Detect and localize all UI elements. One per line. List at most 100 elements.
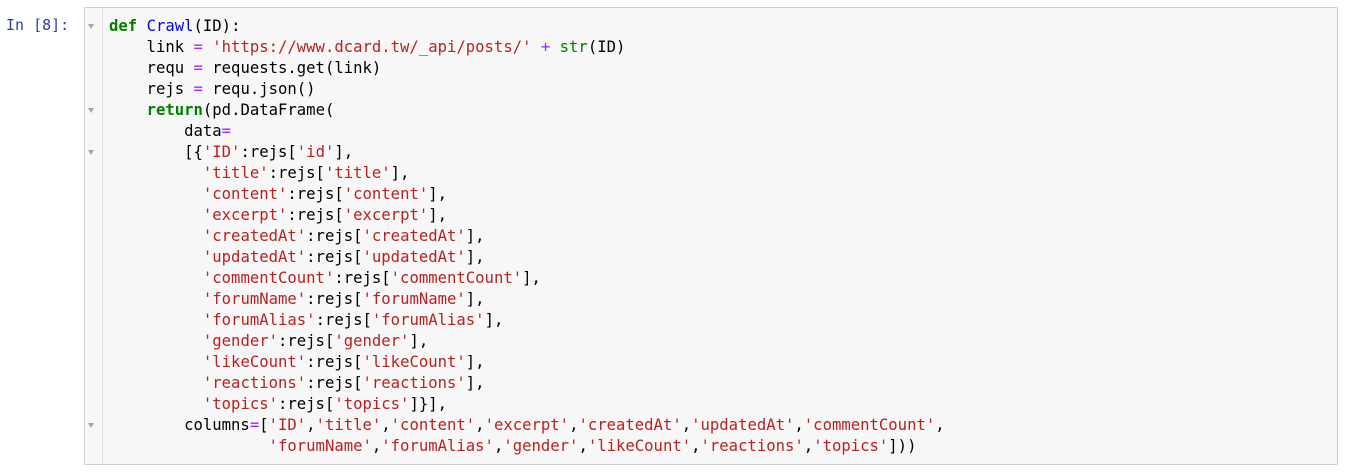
- code-token: return: [146, 101, 203, 119]
- code-token: 'forumName': [362, 290, 466, 308]
- fold-triangle-icon[interactable]: [88, 423, 94, 428]
- code-line[interactable]: data=: [109, 122, 231, 140]
- code-token: 'content': [202, 185, 288, 203]
- code-line[interactable]: 'createdAt':rejs['createdAt'],: [109, 227, 485, 245]
- code-token: 'title': [202, 164, 269, 182]
- code-line[interactable]: link = 'https://www.dcard.tw/_api/posts/…: [109, 38, 626, 56]
- code-line[interactable]: rejs = requ.json(): [109, 80, 316, 98]
- code-line[interactable]: 'forumName','forumAlias','gender','likeC…: [109, 437, 917, 455]
- code-token: 'ID': [268, 416, 307, 434]
- code-token: ],: [334, 143, 354, 161]
- code-token: (pd.DataFrame(: [202, 101, 335, 119]
- code-token: ],: [465, 353, 485, 371]
- fold-triangle-icon[interactable]: [88, 150, 94, 155]
- code-token: ],: [409, 332, 429, 350]
- code-line[interactable]: 'title':rejs['title'],: [109, 164, 410, 182]
- code-token: =: [193, 59, 203, 77]
- code-token: :rejs[: [287, 185, 344, 203]
- fold-triangle-icon[interactable]: [88, 24, 94, 29]
- code-token: 'forumName': [268, 437, 372, 455]
- code-token: ,: [691, 437, 701, 455]
- code-cell[interactable]: In [8]: def Crawl(ID): link = 'https://w…: [0, 0, 1350, 475]
- code-token: 'commentCount': [803, 416, 936, 434]
- code-token: :rejs[: [278, 332, 335, 350]
- code-token: 'commentCount': [202, 269, 335, 287]
- code-token: 'id': [296, 143, 335, 161]
- code-line[interactable]: def Crawl(ID):: [109, 17, 240, 35]
- input-prompt: In [8]:: [6, 16, 70, 34]
- code-token: ],: [390, 164, 410, 182]
- code-token: :rejs[: [306, 374, 363, 392]
- code-token: +: [540, 38, 551, 56]
- code-token: ,: [578, 437, 588, 455]
- code-token: rejs: [109, 80, 194, 98]
- code-token: 'title': [324, 164, 391, 182]
- code-line[interactable]: return(pd.DataFrame(: [109, 101, 335, 119]
- code-token: ],: [465, 290, 485, 308]
- code-token: [: [259, 416, 269, 434]
- code-text[interactable]: def Crawl(ID): link = 'https://www.dcard…: [109, 16, 945, 457]
- code-token: 'gender': [202, 332, 278, 350]
- code-token: ,: [794, 416, 804, 434]
- code-token: (ID):: [193, 17, 241, 35]
- code-line[interactable]: 'reactions':rejs['reactions'],: [109, 374, 485, 392]
- code-token: requ: [109, 59, 194, 77]
- code-token: :rejs[: [306, 353, 363, 371]
- code-token: 'likeCount': [362, 353, 466, 371]
- code-token: 'https://www.dcard.tw/_api/posts/': [212, 38, 532, 56]
- code-line[interactable]: 'forumName':rejs['forumName'],: [109, 290, 485, 308]
- code-token: 'forumAlias': [202, 311, 316, 329]
- code-token: :rejs[: [268, 164, 325, 182]
- code-token: columns: [109, 416, 250, 434]
- code-token: :rejs[: [306, 290, 363, 308]
- code-token: ,: [681, 416, 692, 434]
- code-line[interactable]: columns=['ID','title','content','excerpt…: [109, 416, 945, 434]
- code-line[interactable]: [{'ID':rejs['id'],: [109, 143, 353, 161]
- code-token: :rejs[: [287, 206, 344, 224]
- code-line[interactable]: 'content':rejs['content'],: [109, 185, 447, 203]
- code-token: 'reactions': [362, 374, 466, 392]
- code-token: 'reactions': [202, 374, 307, 392]
- code-token: [{: [109, 143, 203, 161]
- fold-gutter: [85, 8, 103, 464]
- code-token: 'excerpt': [202, 206, 288, 224]
- code-line[interactable]: requ = requests.get(link): [109, 59, 382, 77]
- code-line[interactable]: 'commentCount':rejs['commentCount'],: [109, 269, 541, 287]
- code-token: link: [109, 38, 194, 56]
- code-token: ,: [371, 437, 382, 455]
- code-token: 'excerpt': [484, 416, 570, 434]
- code-token: 'gender': [334, 332, 410, 350]
- code-line[interactable]: 'likeCount':rejs['likeCount'],: [109, 353, 485, 371]
- code-token: ],: [428, 185, 448, 203]
- code-line[interactable]: 'excerpt':rejs['excerpt'],: [109, 206, 447, 224]
- code-token: 'content': [390, 416, 476, 434]
- code-line[interactable]: 'updatedAt':rejs['updatedAt'],: [109, 248, 485, 266]
- code-line[interactable]: 'gender':rejs['gender'],: [109, 332, 428, 350]
- code-line[interactable]: 'topics':rejs['topics']}],: [109, 395, 447, 413]
- code-line[interactable]: 'forumAlias':rejs['forumAlias'],: [109, 311, 503, 329]
- code-token: ],: [465, 248, 485, 266]
- code-token: 'createdAt': [362, 227, 466, 245]
- code-token: ,: [803, 437, 814, 455]
- code-token: =: [193, 80, 203, 98]
- code-token: 'updatedAt': [202, 248, 307, 266]
- code-token: 'forumAlias': [381, 437, 494, 455]
- fold-triangle-icon[interactable]: [88, 108, 94, 113]
- code-token: 'ID': [202, 143, 241, 161]
- code-token: 'updatedAt': [691, 416, 795, 434]
- code-token: :rejs[: [278, 395, 335, 413]
- code-editor[interactable]: def Crawl(ID): link = 'https://www.dcard…: [84, 7, 1338, 465]
- code-token: =: [221, 122, 232, 140]
- code-token: ,: [381, 416, 391, 434]
- code-token: 'likeCount': [587, 437, 692, 455]
